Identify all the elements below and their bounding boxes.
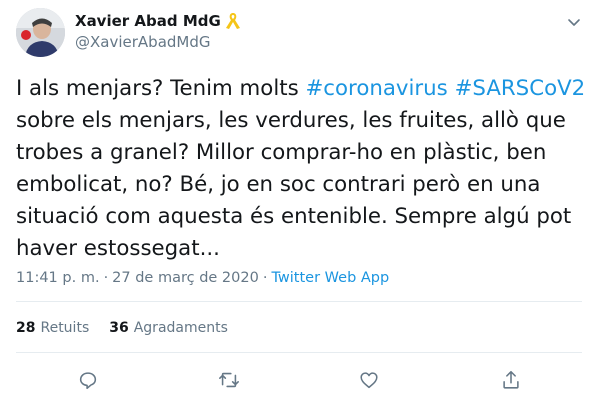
- heart-icon: [360, 372, 378, 389]
- separator-dot: ·: [103, 270, 109, 286]
- tweet-actions: [0, 366, 598, 394]
- yellow-ribbon-icon: [225, 11, 241, 31]
- share-icon: [503, 370, 519, 389]
- tweet-text: I als menjars? Tenim molts #coronavirus …: [16, 73, 586, 265]
- hashtag-link[interactable]: #SARSCoV2: [455, 76, 586, 101]
- hashtag-link[interactable]: #coronavirus: [305, 76, 447, 101]
- tweet-line: I als menjars? Tenim molts #coronavirus …: [16, 73, 586, 105]
- likes-stat[interactable]: 36 Agradaments: [109, 320, 228, 336]
- divider: [16, 301, 582, 302]
- avatar[interactable]: [16, 8, 65, 57]
- tweet-time[interactable]: 11:41 p. m.: [16, 270, 100, 286]
- tweet-stats: 28 Retuits 36 Agradaments: [16, 320, 228, 336]
- tweet-metadata: 11:41 p. m. · 27 de març de 2020 · Twitt…: [16, 270, 389, 286]
- retweets-label: Retuits: [40, 320, 90, 336]
- user-handle[interactable]: @XavierAbadMdG: [75, 33, 241, 51]
- retweets-count: 28: [16, 320, 36, 336]
- tweet-line: haver estossegat...: [16, 236, 220, 261]
- tweet-card: Xavier Abad MdG @XavierAbadMdG I als men…: [0, 0, 598, 404]
- separator-dot: ·: [262, 270, 268, 286]
- retweets-stat[interactable]: 28 Retuits: [16, 320, 89, 336]
- chevron-down-icon[interactable]: [566, 14, 582, 30]
- tweet-line: embolicat, no? Bé, jo en soc contrari pe…: [16, 172, 541, 197]
- likes-label: Agradaments: [133, 320, 228, 336]
- like-button[interactable]: [355, 366, 383, 394]
- retweet-button[interactable]: [215, 366, 243, 394]
- share-button[interactable]: [497, 366, 525, 394]
- reply-button[interactable]: [74, 366, 102, 394]
- tweet-line: trobes a granel? Millor comprar-ho en pl…: [16, 140, 547, 165]
- tweet-source-link[interactable]: Twitter Web App: [271, 270, 389, 286]
- tweet-line: sobre els menjars, les verdures, les fru…: [16, 108, 566, 133]
- tweet-line: situació com aquesta és entenible. Sempr…: [16, 204, 572, 229]
- likes-count: 36: [109, 320, 129, 336]
- tweet-text-segment: I als menjars? Tenim molts: [16, 76, 306, 101]
- tweet-date[interactable]: 27 de març de 2020: [112, 270, 259, 286]
- retweet-icon: [219, 372, 239, 388]
- divider: [16, 352, 582, 353]
- tweet-text-segment: [448, 76, 455, 101]
- reply-icon: [79, 372, 97, 390]
- user-display-name[interactable]: Xavier Abad MdG: [75, 12, 221, 30]
